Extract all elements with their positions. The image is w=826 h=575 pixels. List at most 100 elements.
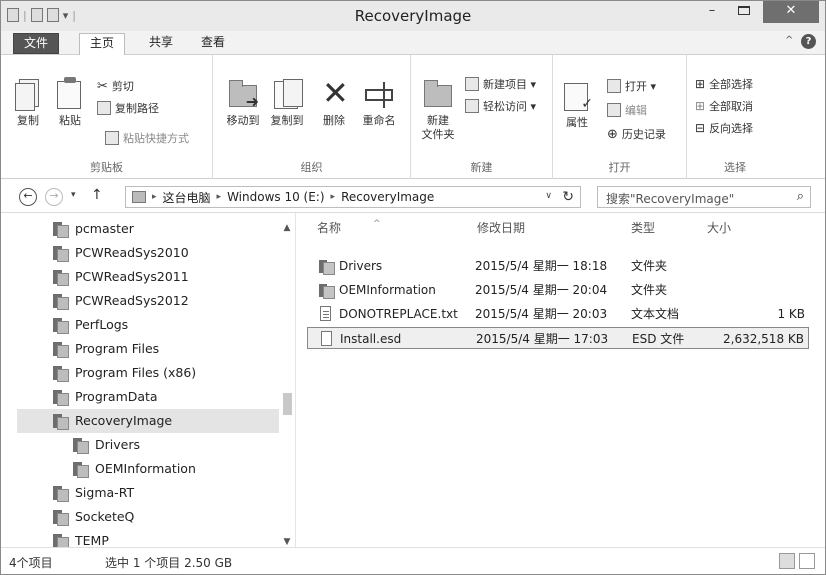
column-header-type[interactable]: 类型 [631, 213, 655, 243]
folder-icon [53, 534, 69, 547]
nav-item-label: ProgramData [75, 389, 158, 404]
open-button[interactable]: 打开 ▾ [607, 77, 656, 95]
easy-access-button[interactable]: 轻松访问 ▾ [465, 97, 536, 115]
nav-scrollbar[interactable]: ▲ ▼ [279, 223, 295, 547]
recent-locations-icon[interactable]: ▾ [71, 190, 76, 200]
search-input[interactable]: 搜索"RecoveryImage" ⌕ [597, 186, 811, 208]
group-clipboard: 复制 粘贴 ✂ 剪切 复制路径 粘贴快捷方式 剪贴板 [1, 55, 213, 179]
select-none-button[interactable]: ⊞ 全部取消 [695, 97, 753, 115]
close-button[interactable]: ✕ [763, 1, 819, 23]
nav-item[interactable]: PCWReadSys2011 [17, 265, 279, 289]
breadcrumb-chevron-icon[interactable]: ▸ [152, 192, 157, 202]
collapse-ribbon-icon[interactable]: ^ [785, 35, 793, 46]
column-header-name[interactable]: 名称 ^ [317, 213, 381, 243]
file-date: 2015/5/4 星期一 18:18 [475, 259, 608, 273]
breadcrumb-chevron-icon[interactable]: ▸ [217, 192, 222, 202]
details-view-button[interactable] [779, 553, 795, 569]
nav-item-label: TEMP [75, 533, 109, 547]
scroll-up-icon[interactable]: ▲ [279, 223, 295, 233]
breadcrumb-folder[interactable]: RecoveryImage [341, 190, 434, 204]
up-button[interactable]: ↑ [91, 187, 103, 203]
folder-icon [53, 486, 69, 502]
tab-view[interactable]: 查看 [191, 33, 235, 54]
breadcrumb-chevron-icon[interactable]: ▸ [331, 192, 336, 202]
title-bar: | ▾ | RecoveryImage – ✕ [1, 1, 825, 31]
file-row[interactable]: DONOTREPLACE.txt 2015/5/4 星期一 20:03 文本文档 1 … [307, 303, 809, 325]
nav-item[interactable]: OEMInformation [17, 457, 279, 481]
properties-button[interactable]: ✓ 属性 [559, 79, 595, 130]
copy-button[interactable]: 复制 [11, 77, 45, 128]
copy-to-button[interactable]: 复制到 [267, 77, 307, 128]
file-list: 名称 ^ 修改日期 类型 大小 Drivers 2015/5/4 星期一 18:1… [297, 213, 825, 547]
search-icon[interactable]: ⌕ [797, 189, 804, 204]
nav-item[interactable]: PerfLogs [17, 313, 279, 337]
nav-item[interactable]: ProgramData [17, 385, 279, 409]
copy-path-button[interactable]: 复制路径 [97, 99, 159, 117]
maximize-button[interactable] [730, 1, 758, 23]
file-row[interactable]: Install.esd 2015/5/4 星期一 17:03 ESD 文件 2,632… [307, 327, 809, 349]
file-type: ESD 文件 [632, 332, 685, 346]
file-row[interactable]: OEMInformation 2015/5/4 星期一 20:04 文件夹 [307, 279, 809, 301]
forward-button[interactable]: → [45, 188, 63, 206]
scroll-thumb[interactable] [283, 393, 292, 415]
paste-shortcut-button[interactable]: 粘贴快捷方式 [105, 129, 189, 147]
item-count: 4个项目 [9, 556, 53, 570]
nav-item-label: Program Files (x86) [75, 365, 197, 380]
nav-item-label: PerfLogs [75, 317, 129, 332]
tab-share[interactable]: 共享 [139, 33, 183, 54]
file-date: 2015/5/4 星期一 20:04 [475, 283, 608, 297]
nav-item[interactable]: PCWReadSys2012 [17, 289, 279, 313]
select-none-icon: ⊞ [695, 99, 706, 113]
folder-icon [53, 366, 69, 382]
large-icons-view-button[interactable] [799, 553, 815, 569]
group-label-select: 选择 [724, 161, 746, 174]
address-dropdown-icon[interactable]: ∨ [545, 191, 552, 201]
new-item-icon [465, 77, 479, 91]
new-folder-icon [422, 77, 454, 111]
nav-item[interactable]: SocketeQ [17, 505, 279, 529]
invert-selection-button[interactable]: ⊟ 反向选择 [695, 119, 753, 137]
edit-button[interactable]: 编辑 [607, 101, 647, 119]
ribbon-tabs: 文件 主页 共享 查看 ^ ? [1, 31, 825, 56]
nav-item[interactable]: Sigma-RT [17, 481, 279, 505]
nav-item[interactable]: PCWReadSys2010 [17, 241, 279, 265]
nav-item[interactable]: pcmaster [17, 217, 279, 241]
column-header-date[interactable]: 修改日期 [477, 213, 525, 243]
file-name: Drivers [339, 259, 383, 273]
paste-button[interactable]: 粘贴 [53, 77, 87, 128]
nav-item[interactable]: TEMP [17, 529, 279, 547]
breadcrumb-this-pc[interactable]: 这台电脑 [163, 189, 211, 206]
rename-button[interactable]: 重命名 [359, 77, 399, 128]
file-row[interactable]: Drivers 2015/5/4 星期一 18:18 文件夹 [307, 255, 809, 277]
new-item-button[interactable]: 新建项目 ▾ [465, 75, 536, 93]
file-type: 文件夹 [631, 283, 668, 297]
history-button[interactable]: ⊕ 历史记录 [607, 125, 666, 143]
sort-ascending-icon: ^ [373, 219, 381, 229]
nav-item[interactable]: Program Files (x86) [17, 361, 279, 385]
history-icon: ⊕ [607, 126, 618, 142]
copy-icon [12, 77, 44, 111]
nav-item-label: Program Files [75, 341, 160, 356]
group-open: ✓ 属性 打开 ▾ 编辑 ⊕ 历史记录 打开 [553, 55, 687, 179]
nav-item[interactable]: Drivers [17, 433, 279, 457]
folder-icon [132, 191, 146, 203]
help-icon[interactable]: ? [801, 34, 816, 49]
nav-item[interactable]: Program Files [17, 337, 279, 361]
move-to-button[interactable]: ➜ 移动到 [223, 77, 263, 128]
delete-button[interactable]: ✕ 删除 [317, 77, 351, 128]
back-button[interactable]: ← [19, 188, 37, 206]
address-bar[interactable]: ▸ 这台电脑 ▸ Windows 10 (E:) ▸ RecoveryImage… [125, 186, 581, 208]
select-all-button[interactable]: ⊞ 全部选择 [695, 75, 753, 93]
new-folder-button[interactable]: 新建 文件夹 [419, 77, 457, 142]
nav-item[interactable]: RecoveryImage [17, 409, 279, 433]
column-header-size[interactable]: 大小 [707, 213, 731, 243]
breadcrumb-drive[interactable]: Windows 10 (E:) [227, 190, 324, 204]
minimize-button[interactable]: – [698, 1, 726, 23]
refresh-icon[interactable]: ↻ [562, 189, 574, 205]
tab-file[interactable]: 文件 [13, 33, 60, 54]
tab-home[interactable]: 主页 [79, 33, 126, 56]
cut-button[interactable]: ✂ 剪切 [97, 77, 134, 95]
scroll-down-icon[interactable]: ▼ [279, 537, 295, 547]
file-icon [321, 331, 332, 346]
navigation-pane[interactable]: pcmaster PCWReadSys2010 PCWReadSys2011 PCWR… [1, 213, 296, 547]
